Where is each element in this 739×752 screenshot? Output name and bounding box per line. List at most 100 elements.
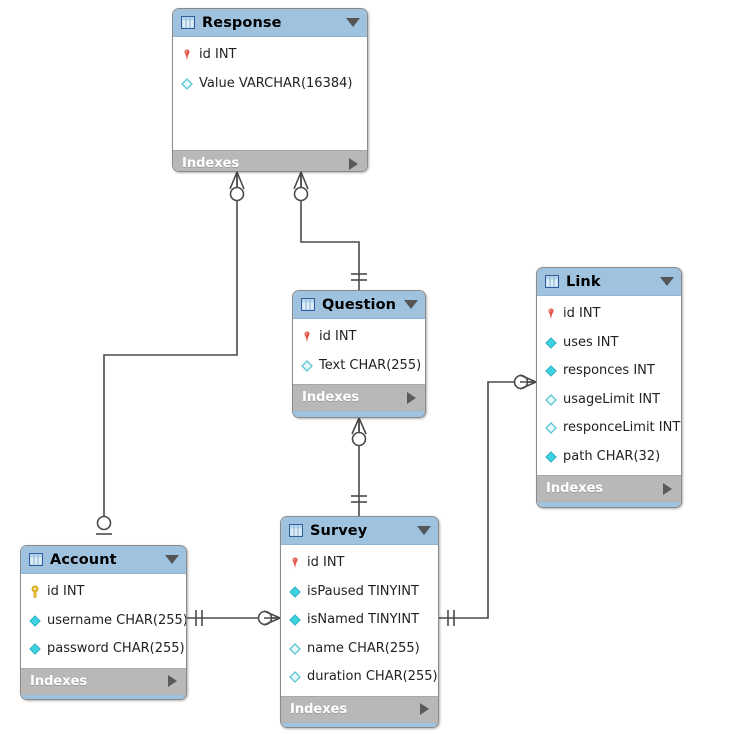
- indexes-section-link[interactable]: Indexes: [537, 475, 681, 501]
- diamond-filled-icon: [289, 585, 301, 598]
- column-name: password CHAR(255): [47, 641, 185, 657]
- diamond-hollow-icon: [545, 422, 557, 435]
- column-name: responceLimit INT: [563, 420, 681, 436]
- entity-table-account[interactable]: Account id INT username CHAR(255) passwo…: [20, 545, 187, 700]
- indexes-section-question[interactable]: Indexes: [293, 384, 425, 410]
- table-icon: [29, 553, 43, 566]
- column-name: username CHAR(255): [47, 612, 187, 628]
- chevron-down-icon[interactable]: [660, 277, 674, 286]
- column-row[interactable]: path CHAR(32): [537, 443, 681, 472]
- chevron-down-icon[interactable]: [417, 526, 431, 535]
- table-icon: [545, 275, 559, 288]
- chevron-down-icon[interactable]: [346, 18, 360, 27]
- chevron-right-icon[interactable]: [168, 675, 177, 687]
- table-icon: [181, 16, 195, 29]
- key-icon: [31, 585, 39, 599]
- relationship-response-account[interactable]: [96, 171, 245, 535]
- column-row[interactable]: username CHAR(255): [21, 607, 186, 636]
- pin-icon: [548, 308, 554, 320]
- relationship-question-survey[interactable]: [351, 417, 367, 516]
- diamond-filled-icon: [545, 336, 557, 349]
- column-row[interactable]: Text CHAR(255): [293, 352, 425, 381]
- relationship-account-survey[interactable]: [187, 610, 281, 626]
- column-row[interactable]: responces INT: [537, 357, 681, 386]
- column-row[interactable]: isNamed TINYINT: [281, 606, 438, 635]
- chevron-right-icon[interactable]: [349, 157, 358, 170]
- column-name: usageLimit INT: [563, 391, 661, 407]
- table-header-account[interactable]: Account: [21, 546, 186, 574]
- relationship-survey-link[interactable]: [439, 374, 537, 626]
- column-name: Value VARCHAR(16384): [199, 75, 353, 91]
- column-row[interactable]: isPaused TINYINT: [281, 578, 438, 607]
- column-name: isNamed TINYINT: [307, 612, 420, 628]
- column-name: id INT: [47, 584, 85, 600]
- table-body-spacer: [173, 98, 367, 146]
- diamond-filled-icon: [289, 614, 301, 627]
- entity-table-response[interactable]: Response id INT Value VARCHAR(16384) Ind…: [172, 8, 368, 172]
- table-columns-survey: id INT isPaused TINYINT isNamed TINYINT …: [281, 545, 438, 696]
- column-name: id INT: [199, 47, 237, 63]
- pin-icon: [184, 49, 190, 61]
- diamond-hollow-icon: [289, 671, 301, 684]
- indexes-label: Indexes: [290, 701, 348, 717]
- erd-canvas: Response id INT Value VARCHAR(16384) Ind…: [0, 0, 739, 752]
- table-columns-question: id INT Text CHAR(255): [293, 319, 425, 384]
- indexes-section-response[interactable]: Indexes: [173, 150, 367, 171]
- diamond-filled-icon: [29, 614, 41, 627]
- column-row[interactable]: id INT: [293, 323, 425, 352]
- indexes-section-account[interactable]: Indexes: [21, 667, 186, 694]
- entity-table-question[interactable]: Question id INT Text CHAR(255) Indexes: [292, 290, 426, 418]
- table-header-response[interactable]: Response: [173, 9, 367, 37]
- chevron-right-icon[interactable]: [663, 482, 672, 495]
- column-row[interactable]: id INT: [173, 41, 367, 70]
- column-name: id INT: [319, 329, 357, 345]
- table-columns-response: id INT Value VARCHAR(16384): [173, 37, 367, 150]
- column-name: name CHAR(255): [307, 640, 420, 656]
- column-name: id INT: [307, 555, 345, 571]
- table-name-account: Account: [50, 551, 117, 568]
- table-name-response: Response: [202, 14, 282, 31]
- indexes-label: Indexes: [30, 673, 88, 689]
- column-row[interactable]: duration CHAR(255): [281, 663, 438, 692]
- indexes-label: Indexes: [546, 481, 604, 496]
- column-name: Text CHAR(255): [319, 357, 422, 373]
- column-name: duration CHAR(255): [307, 669, 438, 685]
- pin-icon: [292, 557, 298, 569]
- column-row[interactable]: responceLimit INT: [537, 414, 681, 443]
- entity-table-survey[interactable]: Survey id INT isPaused TINYINT isNamed T…: [280, 516, 439, 728]
- column-name: uses INT: [563, 334, 619, 350]
- table-footer: [21, 693, 186, 699]
- table-name-link: Link: [566, 273, 601, 290]
- chevron-right-icon[interactable]: [420, 703, 429, 715]
- diamond-filled-icon: [545, 450, 557, 463]
- table-header-link[interactable]: Link: [537, 268, 681, 296]
- table-footer: [281, 721, 438, 727]
- table-header-survey[interactable]: Survey: [281, 517, 438, 545]
- column-row[interactable]: name CHAR(255): [281, 635, 438, 664]
- table-header-question[interactable]: Question: [293, 291, 425, 319]
- column-row[interactable]: Value VARCHAR(16384): [173, 70, 367, 99]
- column-name: path CHAR(32): [563, 448, 661, 464]
- column-row[interactable]: password CHAR(255): [21, 635, 186, 664]
- column-row[interactable]: usageLimit INT: [537, 386, 681, 415]
- chevron-down-icon[interactable]: [404, 300, 418, 309]
- indexes-section-survey[interactable]: Indexes: [281, 695, 438, 722]
- column-row[interactable]: id INT: [537, 300, 681, 329]
- table-footer: [537, 501, 681, 507]
- pin-icon: [304, 331, 310, 343]
- entity-table-link[interactable]: Link id INT uses INT responces INT usage…: [536, 267, 682, 508]
- column-row[interactable]: uses INT: [537, 329, 681, 358]
- column-row[interactable]: id INT: [281, 549, 438, 578]
- relationship-response-question[interactable]: [293, 171, 367, 290]
- indexes-label: Indexes: [302, 390, 360, 405]
- diamond-filled-icon: [29, 643, 41, 656]
- column-name: isPaused TINYINT: [307, 583, 419, 599]
- chevron-right-icon[interactable]: [407, 391, 416, 404]
- column-row[interactable]: id INT: [21, 578, 186, 607]
- diamond-hollow-icon: [181, 77, 193, 90]
- column-name: responces INT: [563, 363, 655, 379]
- table-columns-account: id INT username CHAR(255) password CHAR(…: [21, 574, 186, 668]
- table-icon: [301, 298, 315, 311]
- chevron-down-icon[interactable]: [165, 555, 179, 564]
- indexes-label: Indexes: [182, 156, 240, 171]
